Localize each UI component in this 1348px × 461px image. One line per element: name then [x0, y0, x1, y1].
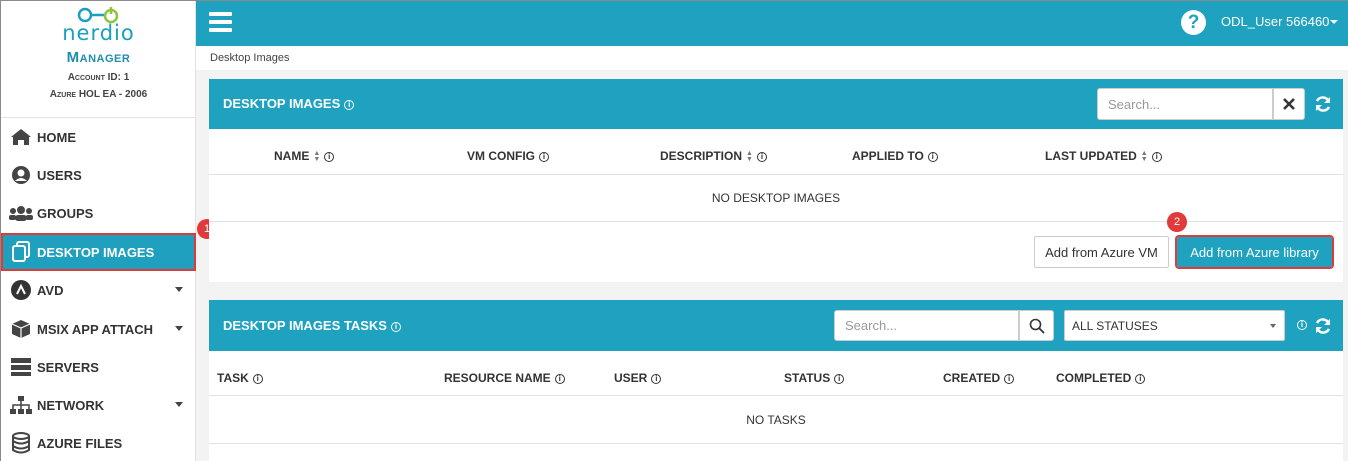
status-filter-select[interactable]: ALL STATUSES [1064, 310, 1285, 341]
avd-icon [9, 279, 33, 301]
column-header-vm-config: VM CONFIG i [467, 149, 549, 163]
sidebar-item-label: GROUPS [37, 205, 94, 221]
sidebar-item-groups[interactable]: GROUPS [1, 194, 196, 232]
empty-state: NO DESKTOP IMAGES [711, 191, 841, 205]
info-icon[interactable]: i [834, 373, 845, 384]
column-header-applied-to: APPLIED TO i [852, 149, 938, 163]
divider [209, 174, 1343, 175]
add-from-azure-library-button[interactable]: Add from Azure library [1175, 235, 1334, 269]
users-group-icon [9, 202, 33, 224]
sidebar-item-label: USERS [37, 167, 82, 183]
sidebar-item-label: HOME [37, 129, 76, 145]
chevron-down-icon[interactable] [175, 326, 183, 331]
sidebar-item-network[interactable]: NETWORK [1, 386, 196, 424]
sidebar-item-label: AVD [37, 282, 64, 298]
sort-icon[interactable]: ▲ ▼ [1141, 150, 1148, 163]
refresh-icon[interactable] [1314, 317, 1332, 335]
info-icon[interactable]: i [927, 151, 938, 162]
column-header-status: STATUS i [784, 371, 845, 385]
sidebar-item-label: AZURE FILES [37, 435, 123, 451]
panel-title: DESKTOP IMAGES TASKS i [223, 318, 401, 333]
column-header-task: TASK i [217, 371, 263, 385]
sidebar-item-msix-app-attach[interactable]: MSIX APP ATTACH [1, 310, 196, 348]
breadcrumb: Desktop Images [210, 52, 290, 64]
column-header-resource-name: RESOURCE NAME i [444, 371, 565, 385]
info-icon[interactable]: i [1297, 320, 1307, 330]
hamburger-menu-icon[interactable] [209, 12, 232, 32]
sidebar-item-azure-files[interactable]: AZURE FILES [1, 424, 196, 461]
info-icon[interactable]: i [324, 151, 335, 162]
top-bar: ? ODL_User 566460 [196, 1, 1348, 46]
info-icon[interactable]: i [651, 373, 662, 384]
sidebar-item-label: NETWORK [37, 397, 105, 413]
panel-header: DESKTOP IMAGES i Search... [209, 79, 1343, 129]
panel-header: DESKTOP IMAGES TASKS i Search... ALL STAT… [209, 300, 1343, 351]
chevron-down-icon[interactable] [175, 402, 183, 407]
database-icon [9, 432, 33, 454]
info-icon[interactable]: i [1135, 373, 1146, 384]
divider [209, 443, 1343, 444]
help-icon[interactable]: ? [1181, 10, 1206, 35]
divider [209, 395, 1343, 396]
sidebar-item-avd[interactable]: AVD [1, 271, 196, 309]
breadcrumb-bar [196, 46, 1348, 70]
brand-name: nerdio [62, 21, 135, 45]
search-input[interactable]: Search... [1097, 88, 1273, 120]
info-icon[interactable]: i [1151, 151, 1162, 162]
column-header-name[interactable]: NAME ▲ ▼ i [274, 149, 335, 163]
sidebar-item-servers[interactable]: SERVERS [1, 348, 196, 386]
chevron-down-icon [1270, 324, 1276, 328]
info-icon[interactable]: i [1004, 373, 1015, 384]
empty-state: NO TASKS [746, 413, 806, 427]
info-icon[interactable]: i [554, 373, 565, 384]
sidebar-item-home[interactable]: HOME [1, 118, 196, 156]
refresh-icon[interactable] [1314, 95, 1332, 113]
panel-title: DESKTOP IMAGES i [223, 96, 355, 111]
user-circle-icon [9, 164, 33, 186]
package-icon [9, 318, 33, 340]
home-icon [9, 126, 33, 148]
chevron-down-icon[interactable] [1330, 20, 1338, 24]
user-menu[interactable]: ODL_User 566460 [1221, 14, 1329, 29]
search-icon [1029, 318, 1045, 334]
status-filter-value: ALL STATUSES [1072, 318, 1158, 333]
search-input[interactable]: Search... [834, 310, 1019, 341]
column-header-last-updated[interactable]: LAST UPDATED ▲ ▼ i [1045, 149, 1162, 163]
sidebar-item-desktop-images[interactable]: DESKTOP IMAGES [1, 233, 196, 271]
info-icon[interactable]: i [252, 373, 263, 384]
info-icon[interactable]: i [390, 321, 401, 332]
close-icon [1283, 98, 1295, 110]
product-name: Manager [66, 49, 131, 66]
column-header-completed: COMPLETED i [1056, 371, 1146, 385]
sort-icon[interactable]: ▲ ▼ [746, 150, 753, 163]
column-header-description[interactable]: DESCRIPTION ▲ ▼ i [660, 149, 767, 163]
account-id: Account ID: 1 [67, 72, 130, 83]
sort-icon[interactable]: ▲ ▼ [313, 150, 320, 163]
chevron-down-icon[interactable] [175, 287, 183, 292]
info-icon[interactable]: i [756, 151, 767, 162]
column-header-user: USER i [614, 371, 662, 385]
clear-search-button[interactable] [1273, 88, 1305, 120]
server-icon [9, 356, 33, 378]
sidebar-item-label: MSIX APP ATTACH [37, 321, 154, 337]
add-from-azure-vm-button[interactable]: Add from Azure VM [1034, 236, 1169, 268]
column-header-created: CREATED i [943, 371, 1015, 385]
copy-files-icon [9, 241, 33, 263]
sidebar: nerdio Manager Account ID: 1 Azure HOL E… [1, 1, 196, 461]
desktop-images-tasks-panel: DESKTOP IMAGES TASKS i Search... ALL STAT… [209, 300, 1343, 461]
desktop-images-panel: DESKTOP IMAGES i Search... NAME ▲ ▼ i VM CON… [209, 79, 1343, 282]
network-icon [9, 394, 33, 416]
logo-area: nerdio Manager Account ID: 1 Azure HOL E… [1, 1, 196, 118]
info-icon[interactable]: i [539, 151, 549, 162]
tenant-name: Azure HOL EA - 2006 [49, 89, 148, 100]
info-icon[interactable]: i [344, 99, 355, 110]
sidebar-item-users[interactable]: USERS [1, 156, 196, 194]
search-button[interactable] [1019, 310, 1054, 341]
sidebar-item-label: SERVERS [37, 359, 99, 375]
sidebar-item-label: DESKTOP IMAGES [37, 244, 155, 260]
step-badge: 2 [1167, 212, 1187, 232]
